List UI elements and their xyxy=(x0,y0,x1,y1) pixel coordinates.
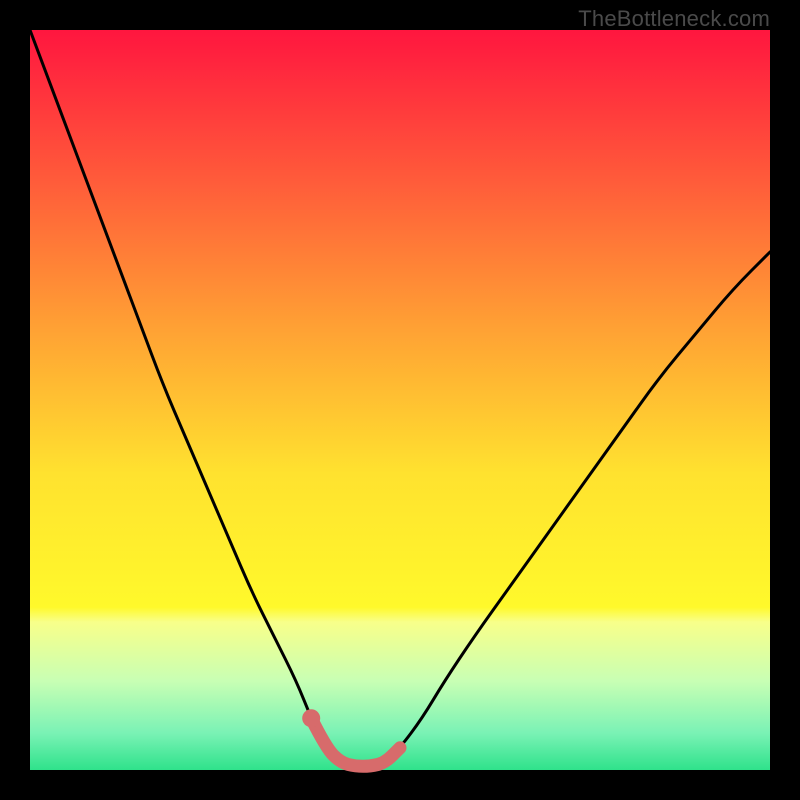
valley-start-dot xyxy=(302,709,320,727)
plot-area xyxy=(30,30,770,770)
bottleneck-curve xyxy=(30,30,770,766)
stage: TheBottleneck.com xyxy=(0,0,800,800)
watermark-text: TheBottleneck.com xyxy=(578,6,770,32)
valley-highlight xyxy=(311,718,400,766)
curve-layer xyxy=(30,30,770,770)
